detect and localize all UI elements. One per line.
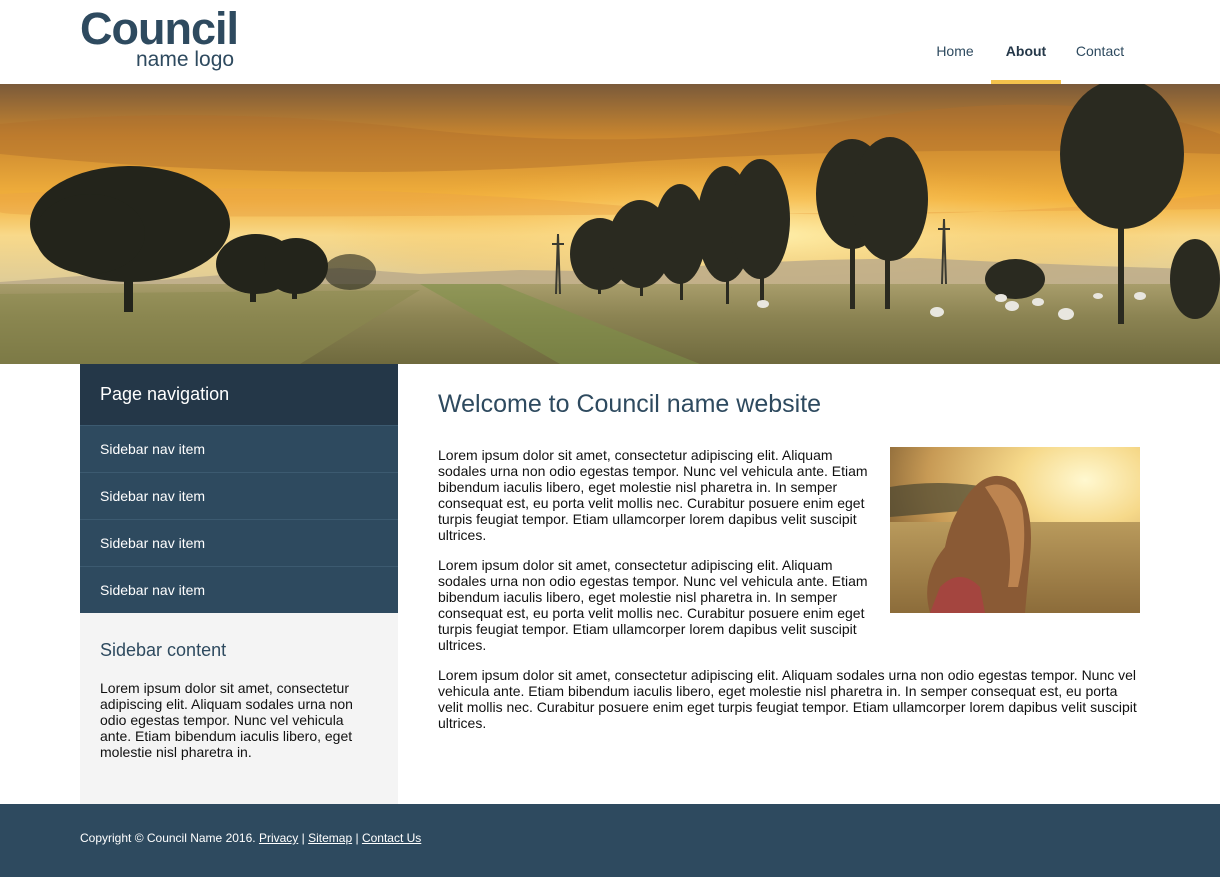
sidebar-nav-item-2[interactable]: Sidebar nav item bbox=[80, 472, 398, 519]
content-paragraph-2: Lorem ipsum dolor sit amet, consectetur … bbox=[438, 557, 868, 653]
sidebar: Page navigation Sidebar nav item Sidebar… bbox=[80, 364, 398, 804]
council-logo[interactable]: Council name logo bbox=[80, 3, 250, 71]
sidebar-heading: Page navigation bbox=[80, 364, 398, 425]
content-photo-girl-in-field bbox=[890, 447, 1140, 613]
footer-separator: | bbox=[355, 831, 359, 845]
footer-link-contact-us[interactable]: Contact Us bbox=[362, 831, 421, 845]
nav-about[interactable]: About bbox=[991, 0, 1061, 84]
nav-contact[interactable]: Contact bbox=[1060, 0, 1140, 84]
content-paragraph-1: Lorem ipsum dolor sit amet, consectetur … bbox=[438, 447, 868, 543]
logo-main-text: Council bbox=[80, 3, 239, 54]
site-header: Council name logo Home About Contact bbox=[0, 0, 1220, 84]
sidebar-nav-item-4[interactable]: Sidebar nav item bbox=[80, 566, 398, 613]
sidebar-nav-item-1[interactable]: Sidebar nav item bbox=[80, 425, 398, 472]
footer-link-sitemap[interactable]: Sitemap bbox=[308, 831, 352, 845]
sidebar-content-text: Lorem ipsum dolor sit amet, consectetur … bbox=[100, 680, 353, 760]
site-footer: Copyright © Council Name 2016. Privacy |… bbox=[0, 804, 1220, 877]
sidebar-nav-item-3[interactable]: Sidebar nav item bbox=[80, 519, 398, 566]
nav-home[interactable]: Home bbox=[920, 0, 990, 84]
footer-link-privacy[interactable]: Privacy bbox=[259, 831, 298, 845]
sunset-landscape-illustration bbox=[0, 84, 1220, 364]
logo-sub-text: name logo bbox=[136, 48, 235, 71]
girl-sunset-illustration bbox=[890, 447, 1140, 613]
footer-text: Copyright © Council Name 2016. Privacy |… bbox=[80, 831, 421, 845]
footer-separator: | bbox=[301, 831, 305, 845]
page-title: Welcome to Council name website bbox=[438, 390, 822, 418]
hero-banner-image bbox=[0, 84, 1220, 364]
content-paragraph-3: Lorem ipsum dolor sit amet, consectetur … bbox=[438, 667, 1137, 731]
copyright-text: Copyright © Council Name 2016. bbox=[80, 831, 256, 845]
sidebar-content-title: Sidebar content bbox=[100, 640, 227, 660]
